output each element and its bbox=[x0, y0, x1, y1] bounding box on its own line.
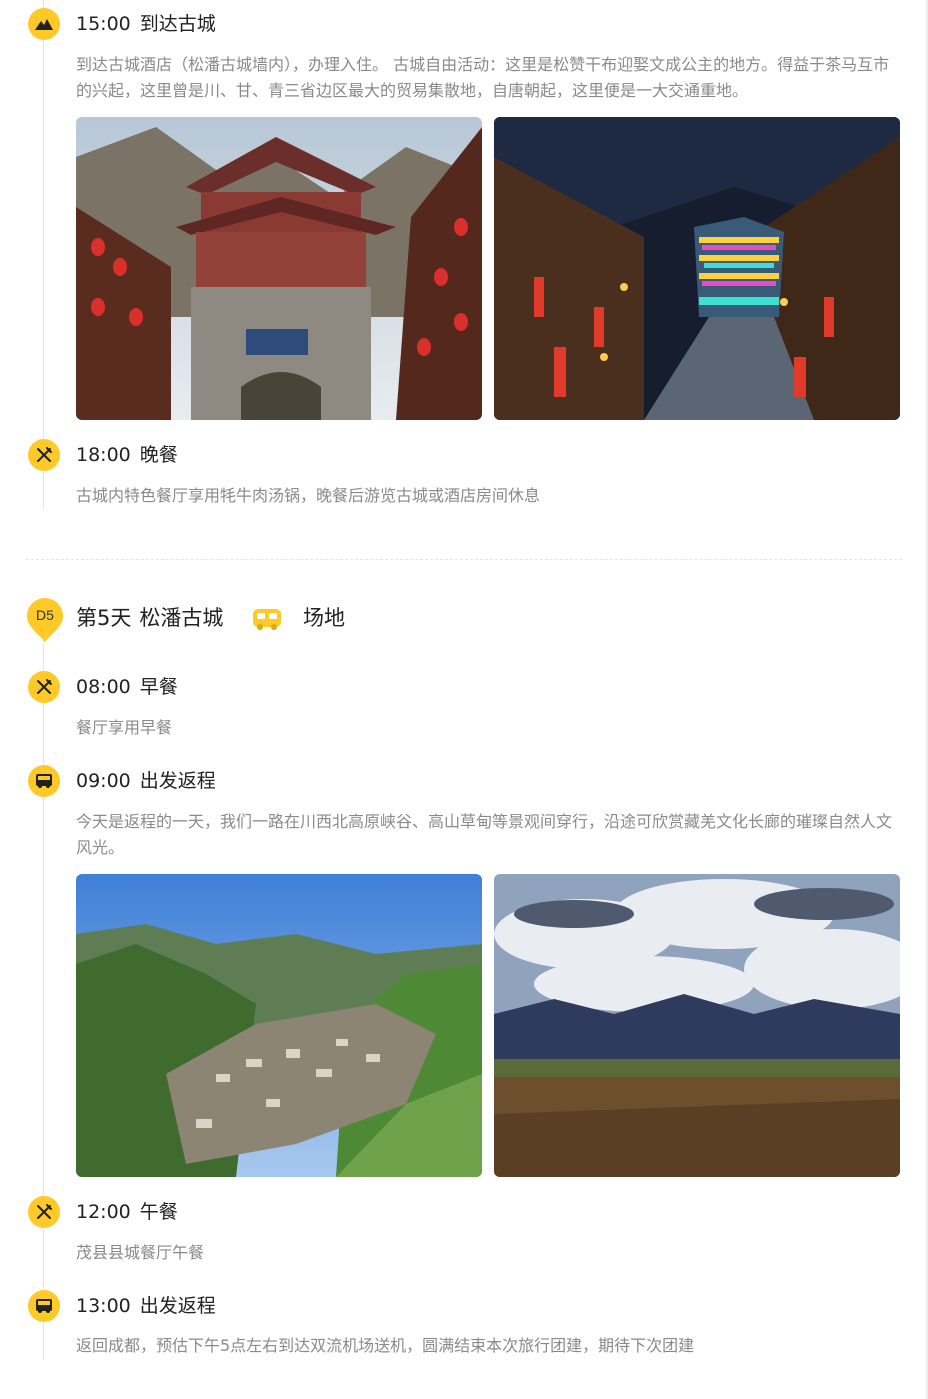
item-title-text: 到达古城 bbox=[139, 13, 216, 35]
bus-icon bbox=[250, 605, 284, 633]
section-divider bbox=[26, 559, 902, 560]
item-title-text: 早餐 bbox=[139, 676, 178, 698]
item-title: 18:00 晚餐 bbox=[76, 442, 178, 468]
bus-icon bbox=[28, 1290, 60, 1322]
photo-ancient-city-gate[interactable] bbox=[76, 117, 482, 420]
mountain-icon bbox=[28, 8, 60, 40]
timeline-line bbox=[43, 0, 44, 510]
item-description: 古城内特色餐厅享用牦牛肉汤锅，晚餐后游览古城或酒店房间休息 bbox=[76, 486, 541, 505]
item-description: 餐厅享用早餐 bbox=[76, 718, 173, 737]
day-badge-label: D5 bbox=[36, 607, 54, 623]
photo-ancient-city-night-street[interactable] bbox=[494, 117, 900, 420]
item-time: 08:00 bbox=[76, 676, 131, 698]
item-description: 返回成都，预估下午5点左右到达双流机场送机，圆满结束本次旅行团建，期待下次团建 bbox=[76, 1336, 695, 1355]
item-time: 12:00 bbox=[76, 1201, 131, 1223]
item-time: 13:00 bbox=[76, 1295, 131, 1317]
photo-highland-grassland[interactable] bbox=[494, 874, 900, 1177]
item-title: 12:00 午餐 bbox=[76, 1199, 178, 1225]
item-time: 09:00 bbox=[76, 770, 131, 792]
item-title: 15:00 到达古城 bbox=[76, 11, 216, 37]
dining-icon bbox=[28, 439, 60, 471]
day-place: 松潘古城 bbox=[139, 606, 224, 630]
day-badge: D5 bbox=[26, 597, 64, 643]
item-title-text: 出发返程 bbox=[139, 1295, 216, 1317]
timeline-line bbox=[43, 640, 44, 1360]
dining-icon bbox=[28, 1196, 60, 1228]
bus-icon bbox=[28, 765, 60, 797]
item-title: 08:00 早餐 bbox=[76, 674, 178, 700]
dining-icon bbox=[28, 671, 60, 703]
day-venue: 场地 bbox=[303, 606, 345, 630]
item-title: 13:00 出发返程 bbox=[76, 1293, 216, 1319]
item-title-text: 午餐 bbox=[139, 1201, 178, 1223]
day-title: 第5天 松潘古城 bbox=[76, 603, 223, 633]
item-description: 今天是返程的一天，我们一路在川西北高原峡谷、高山草甸等景观间穿行，沿途可欣赏藏羌… bbox=[76, 812, 893, 857]
item-description: 茂县县城餐厅午餐 bbox=[76, 1243, 205, 1262]
day-number: 第5天 bbox=[76, 606, 132, 630]
photo-valley-town[interactable] bbox=[76, 874, 482, 1177]
item-description: 到达古城酒店（松潘古城墙内），办理入住。 古城自由活动：这里是松赞干布迎娶文成公… bbox=[76, 55, 890, 100]
item-title: 09:00 出发返程 bbox=[76, 768, 216, 794]
item-title-text: 出发返程 bbox=[139, 770, 216, 792]
item-time: 15:00 bbox=[76, 13, 131, 35]
item-title-text: 晚餐 bbox=[139, 444, 178, 466]
item-time: 18:00 bbox=[76, 444, 131, 466]
